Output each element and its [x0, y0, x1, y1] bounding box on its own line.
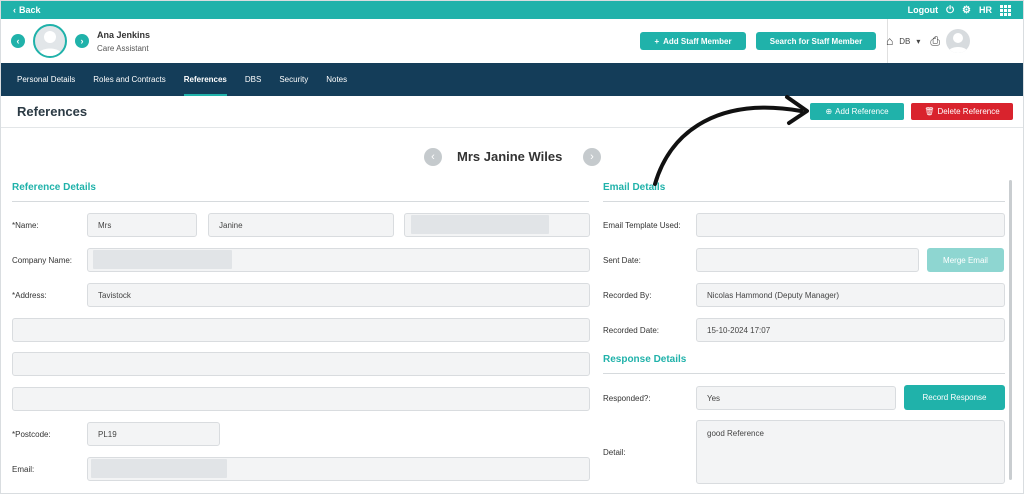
tab-references[interactable]: References [183, 63, 228, 96]
hr-label[interactable]: HR [979, 5, 992, 15]
top-bar-actions: Logout ⏻ ⚙ HR [908, 4, 1011, 16]
detail-label: Detail: [603, 448, 626, 457]
app-window: ‹ Back Logout ⏻ ⚙ HR ‹ › Ana Jenkins Car… [0, 0, 1024, 494]
reference-form: ‹ Mrs Janine Wiles › Reference Details *… [1, 129, 1023, 493]
record-response-button[interactable]: Record Response [904, 385, 1005, 410]
user-silhouette-icon [948, 33, 968, 53]
delete-reference-button[interactable]: 🗑 Delete Reference [911, 103, 1013, 120]
print-icon[interactable]: ⎙ [930, 34, 940, 49]
recorded-by-field[interactable]: Nicolas Hammond (Deputy Manager) [696, 283, 1005, 307]
address-line-1-field[interactable]: Tavistock [87, 283, 590, 307]
first-name-field[interactable]: Janine [208, 213, 394, 237]
back-label: Back [19, 5, 41, 15]
postcode-field[interactable]: PL19 [87, 422, 220, 446]
address-line-2-field[interactable] [12, 318, 590, 342]
email-label: Email: [12, 465, 35, 474]
chevron-left-icon: ‹ [431, 151, 435, 163]
header-tools: ⌂ DB ▾ ⎙ [886, 29, 970, 53]
delete-reference-label: Delete Reference [937, 107, 1000, 116]
staff-role: Care Assistant [97, 43, 149, 53]
page-title: References [17, 104, 88, 119]
sent-date-label: Sent Date: [603, 256, 641, 265]
title-field[interactable]: Mrs [87, 213, 197, 237]
logout-icon[interactable]: ⏻ [946, 5, 954, 16]
add-staff-member-button[interactable]: + Add Staff Member [640, 32, 746, 50]
plus-circle-icon: ⊕ [825, 107, 833, 116]
merge-email-button[interactable]: Merge Email [927, 248, 1004, 272]
current-user-avatar[interactable] [946, 29, 970, 53]
staff-name: Ana Jenkins [97, 29, 151, 40]
recorded-date-field[interactable]: 15-10-2024 17:07 [696, 318, 1005, 342]
name-label: *Name: [12, 221, 39, 230]
reference-name: Mrs Janine Wiles [457, 149, 563, 164]
staff-info: Ana Jenkins Care Assistant [97, 30, 150, 53]
add-reference-label: Add Reference [835, 107, 889, 116]
recorded-date-label: Recorded Date: [603, 326, 660, 335]
tab-notes[interactable]: Notes [326, 63, 347, 96]
previous-reference-button[interactable]: ‹ [424, 148, 442, 166]
settings-gear-icon[interactable]: ⚙ [962, 5, 971, 16]
add-reference-button[interactable]: ⊕ Add Reference [810, 103, 904, 120]
postcode-label: *Postcode: [12, 430, 51, 439]
section-tabs: Personal Details Roles and Contracts Ref… [1, 63, 1023, 96]
back-link[interactable]: ‹ Back [13, 5, 41, 15]
dropdown-caret-icon[interactable]: ▾ [916, 37, 920, 46]
staff-avatar [33, 24, 67, 58]
response-details-heading: Response Details [603, 354, 687, 365]
logout-link[interactable]: Logout [908, 5, 939, 15]
chevron-left-icon: ‹ [16, 36, 20, 46]
chevron-right-icon: › [80, 36, 84, 46]
db-selector[interactable]: DB [899, 37, 910, 46]
redacted-surname [411, 215, 549, 234]
apps-grid-icon[interactable] [1000, 4, 1011, 16]
tab-dbs[interactable]: DBS [245, 63, 261, 96]
home-icon[interactable]: ⌂ [886, 34, 893, 48]
responded-field[interactable]: Yes [696, 386, 896, 410]
company-name-label: Company Name: [12, 256, 73, 265]
search-staff-label: Search for Staff Member [769, 36, 863, 46]
chevron-right-icon: › [590, 151, 594, 163]
reference-details-heading: Reference Details [12, 182, 96, 193]
address-line-3-field[interactable] [12, 352, 590, 376]
responded-label: Responded?: [603, 394, 651, 403]
address-line-4-field[interactable] [12, 387, 590, 411]
top-bar: ‹ Back Logout ⏻ ⚙ HR [1, 1, 1023, 19]
divider [603, 373, 1005, 374]
add-user-icon: + [654, 36, 660, 46]
page-header: References ⊕ Add Reference 🗑 Delete Refe… [1, 96, 1023, 128]
divider [12, 201, 589, 202]
search-staff-member-button[interactable]: Search for Staff Member [756, 32, 876, 50]
sent-date-field[interactable] [696, 248, 919, 272]
divider [603, 201, 1005, 202]
email-template-label: Email Template Used: [603, 221, 681, 230]
tab-security[interactable]: Security [279, 63, 308, 96]
previous-staff-button[interactable]: ‹ [11, 34, 25, 48]
redacted-email [91, 459, 227, 478]
detail-textarea[interactable]: good Reference [696, 420, 1005, 484]
email-details-heading: Email Details [603, 182, 666, 193]
staff-header: ‹ › Ana Jenkins Care Assistant + Add Sta… [1, 19, 1023, 63]
email-template-field[interactable] [696, 213, 1005, 237]
recorded-by-label: Recorded By: [603, 291, 652, 300]
user-silhouette-icon [38, 31, 62, 56]
next-staff-button[interactable]: › [75, 34, 89, 48]
form-scrollbar[interactable] [1009, 180, 1012, 480]
trash-icon: 🗑 [924, 107, 935, 116]
address-label: *Address: [12, 291, 47, 300]
redacted-company [93, 250, 232, 269]
chevron-left-icon: ‹ [13, 5, 16, 15]
tab-personal-details[interactable]: Personal Details [17, 63, 75, 96]
tab-roles-and-contracts[interactable]: Roles and Contracts [93, 63, 165, 96]
next-reference-button[interactable]: › [583, 148, 601, 166]
add-staff-label: Add Staff Member [663, 36, 732, 46]
